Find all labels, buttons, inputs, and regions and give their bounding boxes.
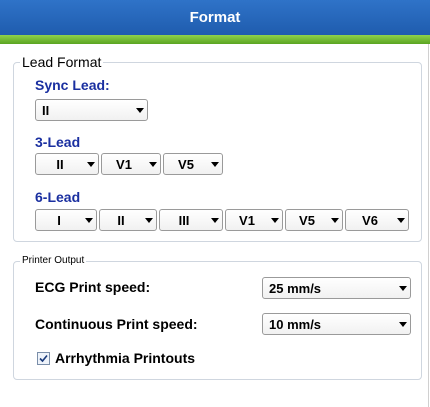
three-lead-dropdown-2[interactable]: V1 bbox=[101, 153, 161, 175]
chevron-down-icon bbox=[142, 217, 156, 223]
six-lead-dropdown-3[interactable]: III bbox=[159, 209, 223, 231]
three-lead-value-1: II bbox=[56, 156, 64, 172]
ecg-print-speed-value: 25 mm/s bbox=[269, 280, 322, 296]
chevron-down-icon bbox=[84, 161, 98, 167]
arrhythmia-printouts-checkbox[interactable] bbox=[37, 352, 50, 365]
six-lead-dropdown-1[interactable]: I bbox=[35, 209, 97, 231]
chevron-down-icon bbox=[394, 217, 408, 223]
three-lead-value-3: V5 bbox=[178, 156, 194, 172]
six-lead-dropdown-4[interactable]: V1 bbox=[225, 209, 283, 231]
six-lead-value-5: V5 bbox=[299, 212, 315, 228]
ecg-print-speed-label: ECG Print speed: bbox=[35, 279, 151, 295]
six-lead-dropdown-5[interactable]: V5 bbox=[285, 209, 343, 231]
sync-lead-label: Sync Lead: bbox=[35, 77, 110, 93]
chevron-down-icon bbox=[133, 107, 147, 113]
six-lead-value-4: V1 bbox=[239, 212, 255, 228]
chevron-down-icon bbox=[396, 285, 410, 291]
six-lead-dropdown-2[interactable]: II bbox=[99, 209, 157, 231]
dialog-title: Format bbox=[189, 9, 241, 26]
chevron-down-icon bbox=[82, 217, 96, 223]
dialog-title-bar: Format bbox=[0, 0, 430, 35]
lead-format-legend: Lead Format bbox=[20, 54, 104, 70]
title-accent-bar bbox=[0, 35, 430, 44]
arrhythmia-printouts-label: Arrhythmia Printouts bbox=[55, 350, 196, 366]
six-lead-value-1: I bbox=[57, 212, 61, 228]
three-lead-value-2: V1 bbox=[116, 156, 132, 172]
sync-lead-dropdown[interactable]: II bbox=[35, 99, 148, 121]
ecg-print-speed-dropdown[interactable]: 25 mm/s bbox=[262, 277, 411, 299]
sync-lead-value: II bbox=[42, 102, 50, 118]
chevron-down-icon bbox=[208, 217, 222, 223]
six-lead-dropdown-6[interactable]: V6 bbox=[345, 209, 409, 231]
six-lead-value-2: II bbox=[117, 212, 125, 228]
six-lead-value-3: III bbox=[178, 212, 190, 228]
chevron-down-icon bbox=[328, 217, 342, 223]
chevron-down-icon bbox=[396, 321, 410, 327]
chevron-down-icon bbox=[268, 217, 282, 223]
three-lead-dropdown-3[interactable]: V5 bbox=[163, 153, 223, 175]
continuous-print-speed-value: 10 mm/s bbox=[269, 316, 322, 332]
three-lead-dropdown-1[interactable]: II bbox=[35, 153, 99, 175]
six-lead-value-6: V6 bbox=[362, 212, 378, 228]
three-lead-label: 3-Lead bbox=[35, 134, 81, 150]
printer-output-legend: Printer Output bbox=[20, 255, 87, 266]
six-lead-label: 6-Lead bbox=[35, 189, 81, 205]
continuous-print-speed-dropdown[interactable]: 10 mm/s bbox=[262, 313, 411, 335]
checkmark-icon bbox=[39, 354, 48, 363]
chevron-down-icon bbox=[146, 161, 160, 167]
continuous-print-speed-label: Continuous Print speed: bbox=[35, 316, 198, 332]
chevron-down-icon bbox=[208, 161, 222, 167]
